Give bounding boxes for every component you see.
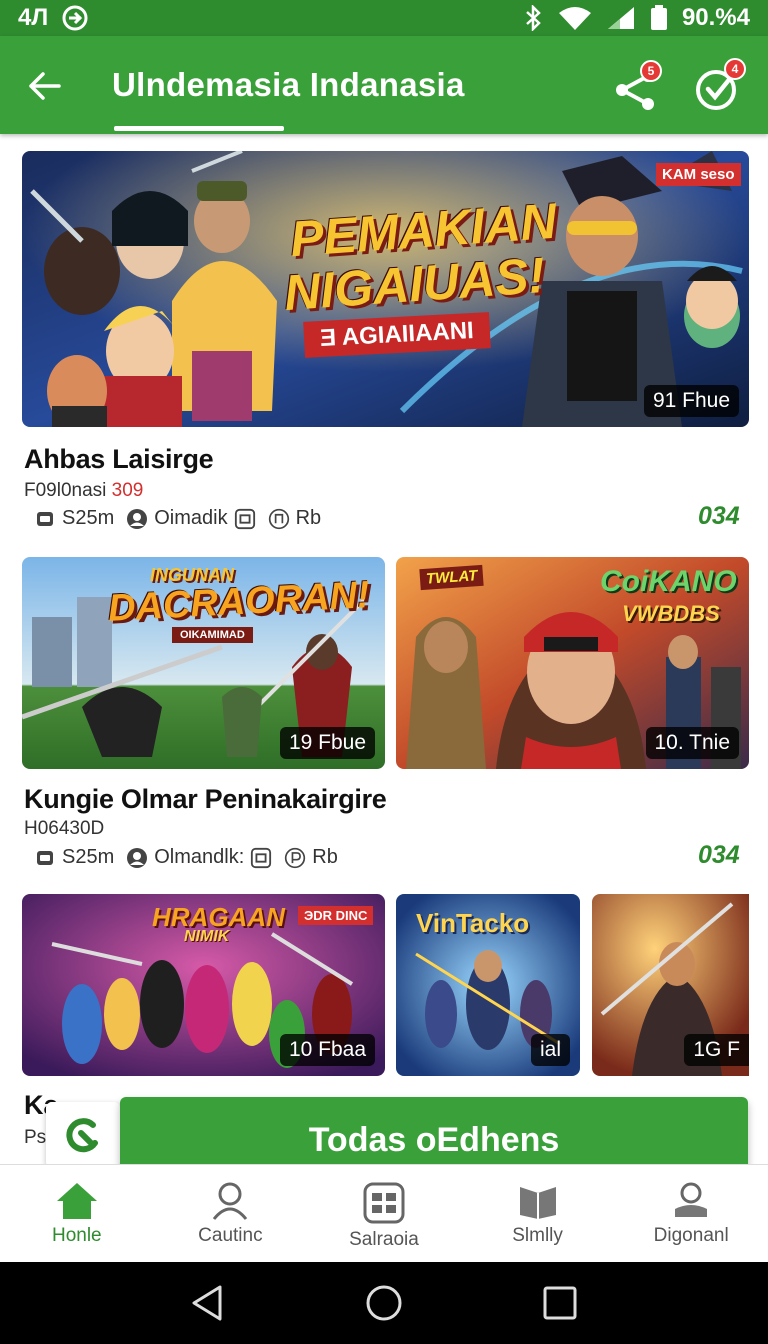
- battery-icon: [650, 5, 668, 31]
- nav-label-account: Digonanl: [653, 1225, 729, 1246]
- nav-item-home[interactable]: Honle: [0, 1165, 154, 1262]
- share-button[interactable]: 5: [612, 60, 662, 112]
- row3-c-duration: 1G F: [684, 1034, 749, 1066]
- row2-left-banner-small: OIKAMIMAD: [172, 627, 253, 643]
- system-recents-icon[interactable]: [542, 1285, 578, 1321]
- row2-subtitle: H06430D: [24, 818, 105, 839]
- check-badge: 4: [724, 58, 746, 80]
- account-icon: [675, 1182, 708, 1217]
- featured-meta-row: S25m Oimadik Rb: [34, 507, 321, 530]
- wifi-icon: [558, 5, 592, 31]
- battery-level: 90.%4: [681, 4, 750, 31]
- bottom-navigation: Honle Cautinc Salraoia Slmlly Digonanl: [0, 1164, 768, 1262]
- nav-label-book: Slmlly: [512, 1225, 563, 1246]
- home-icon: [56, 1183, 97, 1219]
- featured-subtitle: F09l0nasi 309: [24, 480, 143, 502]
- book-icon: [519, 1187, 556, 1219]
- featured-corner-tag: KAM seso: [656, 163, 741, 186]
- row2-right-banner: CoiKANO: [600, 565, 737, 598]
- featured-title[interactable]: Ahbas Laisirge: [24, 444, 214, 475]
- nav-label-home: Honle: [51, 1225, 102, 1246]
- system-back-icon[interactable]: [190, 1284, 226, 1322]
- row3-subtitle: Ps: [24, 1127, 47, 1148]
- share-badge: 5: [640, 60, 662, 82]
- nav-item-account[interactable]: Digonanl: [614, 1165, 768, 1262]
- featured-thumbnail[interactable]: PEMAKIAN NIGAIUAS! Ǝ AGIAIIAANI KAM seso…: [22, 151, 749, 427]
- featured-subtitle-text: F09l0nasi: [24, 480, 112, 501]
- row3-b-banner: VinTacko: [416, 908, 530, 938]
- storage-icon: [34, 508, 56, 530]
- nav-item-book[interactable]: Slmlly: [461, 1165, 615, 1262]
- title-underline: [114, 126, 284, 131]
- tablet-icon: [250, 847, 272, 869]
- featured-count: 034: [698, 502, 740, 530]
- nav-item-grid[interactable]: Salraoia: [307, 1165, 461, 1262]
- row3-b-duration: ial: [530, 1034, 570, 1066]
- refresh-icon: [66, 1118, 98, 1153]
- row3-a-thumbnail[interactable]: HRAGAAN NIMIK ЭDR DINC 10 Fbaa: [22, 894, 385, 1076]
- row2-left-thumbnail[interactable]: INGUNAN DACRAORAN! OIKAMIMAD 19 Fbue: [22, 557, 385, 769]
- row2-right-corner: TWLAT: [419, 564, 485, 591]
- row2-title[interactable]: Kungie Olmar Peninakairgire: [24, 784, 387, 815]
- row2-meta-row: S25m Olmandlk: Rb: [34, 846, 338, 869]
- row3-a-corner: ЭDR DINC: [298, 906, 374, 925]
- meta-size: S25m: [34, 507, 114, 530]
- signal-icon: [606, 5, 636, 31]
- meta-extra: Rb: [268, 507, 321, 530]
- nav-label-grid: Salraoia: [349, 1229, 419, 1250]
- back-button[interactable]: [22, 64, 66, 108]
- arrow-left-icon: [29, 72, 61, 100]
- system-navigation-bar: [0, 1262, 768, 1344]
- p-circle-icon: [284, 847, 306, 869]
- row2-right-banner-sub: VWBDBS: [622, 601, 720, 626]
- grid-icon: [363, 1182, 405, 1224]
- page-title: Ulndemasia Indanasia: [112, 66, 465, 103]
- app-bar: Ulndemasia Indanasia 5 4: [0, 36, 768, 134]
- user-circle-icon: [126, 847, 148, 869]
- status-bar: 4Л 90.%4: [0, 0, 768, 36]
- n-circle-icon: [268, 508, 290, 530]
- row3-c-thumbnail[interactable]: 1G F: [592, 894, 749, 1076]
- refresh-button[interactable]: [46, 1102, 120, 1168]
- row3-a-banner-sub: NIMIK: [184, 928, 230, 945]
- nav-item-profile[interactable]: Cautinc: [154, 1165, 308, 1262]
- check-button[interactable]: 4: [694, 58, 746, 112]
- row2-right-duration: 10. Tnie: [645, 727, 739, 759]
- tablet-icon: [234, 508, 256, 530]
- user-circle-icon: [126, 508, 148, 530]
- meta-author: Oimadik: [126, 507, 255, 530]
- notification-icon: [62, 5, 88, 31]
- featured-duration: 91 Fhue: [643, 385, 739, 417]
- row3-b-thumbnail[interactable]: VinTacko ial: [396, 894, 580, 1076]
- row2-left-duration: 19 Fbue: [279, 727, 375, 759]
- meta-size: S25m: [34, 846, 114, 869]
- nav-label-profile: Cautinc: [198, 1225, 263, 1246]
- bluetooth-icon: [522, 5, 544, 31]
- status-time: 4Л: [18, 4, 49, 31]
- row2-count: 034: [698, 841, 740, 869]
- featured-subtitle-highlight: 309: [111, 480, 144, 501]
- meta-author: Olmandlk:: [126, 846, 272, 869]
- row2-right-thumbnail[interactable]: TWLAT CoiKANO VWBDBS 10. Tnie: [396, 557, 749, 769]
- storage-icon: [34, 847, 56, 869]
- meta-extra: Rb: [284, 846, 338, 869]
- row3-a-duration: 10 Fbaa: [279, 1034, 375, 1066]
- user-icon: [213, 1182, 248, 1220]
- system-home-icon[interactable]: [365, 1284, 403, 1322]
